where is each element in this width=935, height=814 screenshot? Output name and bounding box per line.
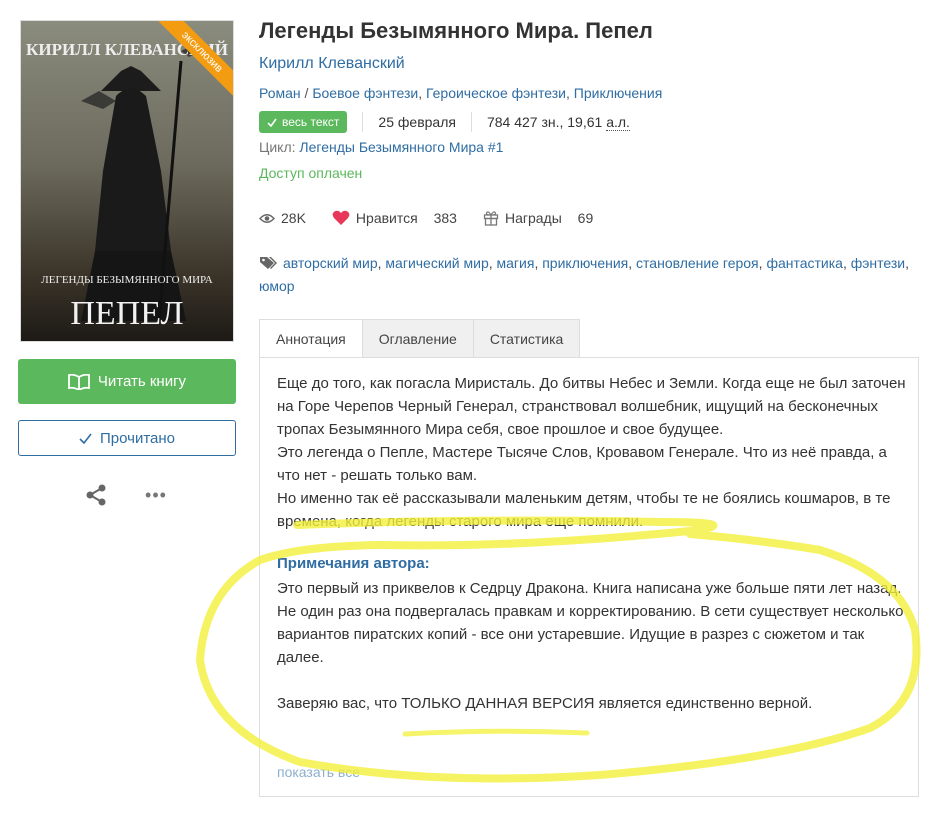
tag-link[interactable]: фантастика [766,255,843,271]
genre-link[interactable]: Героическое фэнтези [426,85,566,101]
heart-icon [332,210,350,225]
genre-link[interactable]: Приключения [574,85,663,101]
more-options-icon[interactable]: ••• [144,484,168,506]
check-icon [267,118,277,127]
book-meta: весь текст 25 февраля 784 427 зн., 19,61… [259,110,630,134]
book-tabs: Аннотация Оглавление Статистика [259,319,581,358]
book-stats: 28K Нравится 383 Награды 69 [259,208,619,228]
publish-date: 25 февраля [378,114,456,130]
access-status: Доступ оплачен [259,165,363,181]
author-notes: Это первый из приквелов к Седрцу Дракона… [277,577,907,715]
cover-title: ПЕПЕЛ [70,295,183,332]
book-icon [68,373,90,390]
likes-stat[interactable]: Нравится 383 [332,210,457,226]
full-text-badge: весь текст [259,111,348,133]
genre-list: Роман / Боевое фэнтези, Героическое фэнт… [259,85,663,101]
awards-stat[interactable]: Награды 69 [483,210,593,226]
book-cover[interactable]: КИРИЛЛ КЛЕВАНСКИЙ ЛЕГЕНДЫ БЕЗЫМЯННОГО МИ… [20,20,234,342]
annotation-paragraph: Это легенда о Пепле, Мастере Тысяче Слов… [277,444,887,484]
share-icon[interactable] [84,483,108,507]
mark-read-label: Прочитано [100,429,175,447]
note-paragraph: Заверяю вас, что ТОЛЬКО ДАННАЯ ВЕРСИЯ яв… [277,695,813,712]
note-paragraph: Это первый из приквелов к Седрцу Дракона… [277,580,902,597]
tag-link[interactable]: магия [497,255,535,271]
genre-separator: / [300,85,313,101]
note-paragraph: Не один раз она подвергалась правкам и к… [277,603,904,666]
genre-link[interactable]: Роман [259,85,301,101]
gift-icon [483,211,499,226]
mark-read-button[interactable]: Прочитано [18,420,236,456]
cycle-label: Цикл: [259,139,296,155]
book-size: 784 427 зн., 19,61 [486,114,603,130]
tab-statistics[interactable]: Статистика [473,319,581,358]
genre-link[interactable]: Боевое фэнтези [312,85,418,101]
read-book-label: Читать книгу [97,373,187,390]
annotation-paragraph: Еще до того, как погасла Миристаль. До б… [277,375,906,438]
tag-link[interactable]: юмор [259,278,295,294]
divider [362,112,364,132]
cycle-info: Цикл: Легенды Безымянного Мира #1 [259,139,503,155]
cycle-link[interactable]: Легенды Безымянного Мира #1 [299,139,503,155]
check-icon [79,433,92,444]
show-all-link[interactable]: показать все [277,764,360,780]
book-title: Легенды Безымянного Мира. Пепел [259,18,653,43]
read-book-button[interactable]: Читать книгу [18,359,236,404]
tab-contents[interactable]: Оглавление [362,319,474,358]
views-stat: 28K [259,210,306,226]
annotation-paragraph: Но именно так её рассказывали маленьким … [277,490,891,530]
tags-icon [260,257,277,269]
author-sheets-unit[interactable]: а.л. [606,114,630,131]
cover-art: КИРИЛЛ КЛЕВАНСКИЙ ЛЕГЕНДЫ БЕЗЫМЯННОГО МИ… [21,21,233,341]
cover-series: ЛЕГЕНДЫ БЕЗЫМЯННОГО МИРА [41,274,212,286]
author-notes-title: Примечания автора: [277,555,430,572]
tag-link[interactable]: фэнтези [851,255,905,271]
tag-link[interactable]: приключения [542,255,628,271]
divider [470,112,472,132]
tag-link[interactable]: магический мир [385,255,488,271]
tab-annotation[interactable]: Аннотация [259,319,363,358]
author-link[interactable]: Кирилл Клеванский [259,55,405,73]
tag-link[interactable]: становление героя [636,255,759,271]
eye-icon [259,213,275,223]
annotation-text: Еще до того, как погасла Миристаль. До б… [277,372,907,533]
tag-list: авторский мир, магический мир, магия, пр… [259,255,910,294]
tag-link[interactable]: авторский мир [283,255,378,271]
